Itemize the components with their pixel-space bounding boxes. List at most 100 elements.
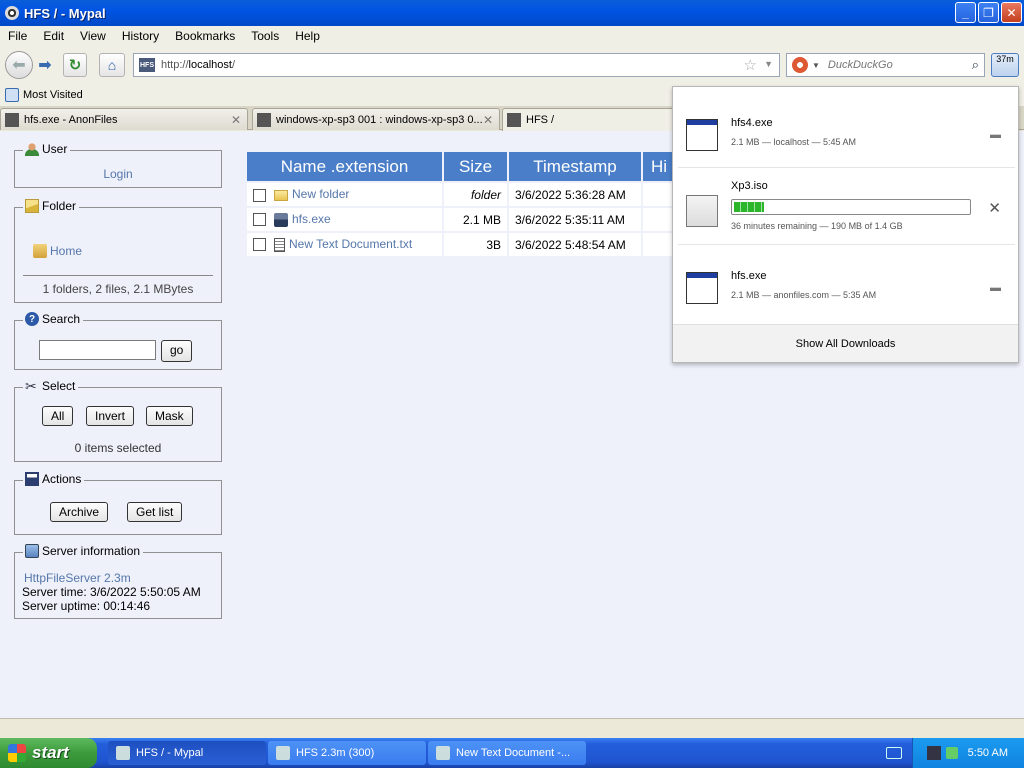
status-bar: [0, 718, 1024, 738]
menu-bookmarks[interactable]: Bookmarks: [167, 29, 243, 43]
keyboard-icon[interactable]: [886, 747, 902, 759]
file-timestamp-cell: 3/6/2022 5:48:54 AM: [507, 231, 643, 258]
search-engine-dropdown-icon[interactable]: ▼: [812, 61, 820, 70]
server-version-link[interactable]: HttpFileServer 2.3m: [24, 571, 131, 585]
taskbar-item-mypal[interactable]: HFS / - Mypal: [108, 741, 266, 765]
tab-anonfiles[interactable]: hfs.exe - AnonFiles ✕: [0, 108, 248, 130]
downloads-time-label: 37m: [996, 54, 1014, 64]
user-icon: [25, 142, 39, 156]
url-host: localhost: [188, 59, 232, 71]
url-dropdown-icon[interactable]: ▼: [764, 59, 773, 69]
download-name: hfs4.exe: [731, 117, 773, 129]
open-folder-icon[interactable]: ▬: [990, 129, 1001, 141]
bookmark-most-visited[interactable]: Most Visited: [23, 89, 83, 101]
tab-hfs[interactable]: HFS /: [502, 108, 674, 131]
back-button[interactable]: ⬅: [5, 51, 33, 79]
download-status: 36 minutes remaining — 190 MB of 1.4 GB: [731, 221, 903, 231]
select-mask-button[interactable]: Mask: [146, 406, 193, 426]
downloads-button[interactable]: 37m: [991, 53, 1019, 77]
open-folder-icon[interactable]: ▬: [990, 282, 1001, 294]
hfs-favicon-icon: [507, 113, 521, 127]
column-name-header[interactable]: Name .extension: [245, 150, 444, 183]
table-row: hfs.exe 2.1 MB 3/6/2022 5:35:11 AM: [245, 206, 703, 233]
column-size-header[interactable]: Size: [442, 150, 509, 183]
get-list-button[interactable]: Get list: [127, 502, 183, 522]
user-panel: User Login: [14, 142, 222, 188]
close-button[interactable]: ✕: [1001, 2, 1022, 23]
hfs-tray-icon[interactable]: [926, 746, 941, 760]
tab-close-icon[interactable]: ✕: [231, 113, 241, 127]
actions-panel-title: Actions: [42, 472, 82, 486]
home-link[interactable]: Home: [50, 244, 82, 258]
menu-edit[interactable]: Edit: [35, 29, 72, 43]
clock[interactable]: 5:50 AM: [968, 747, 1008, 759]
row-checkbox[interactable]: [253, 188, 266, 202]
network-tray-icon[interactable]: [945, 747, 958, 759]
forward-button[interactable]: ➡: [34, 54, 56, 76]
table-header-row: Name .extension Size Timestamp Hi: [245, 150, 703, 183]
server-uptime: Server uptime: 00:14:46: [22, 599, 151, 613]
file-list-table: Name .extension Size Timestamp Hi New fo…: [245, 150, 703, 258]
table-row: New folder folder 3/6/2022 5:36:28 AM: [245, 181, 703, 208]
iso-file-icon: [686, 195, 718, 227]
file-size-cell: 2.1 MB: [442, 206, 509, 233]
help-icon: ?: [25, 312, 39, 326]
menu-history[interactable]: History: [114, 29, 167, 43]
menu-file[interactable]: File: [0, 29, 35, 43]
windows-flag-icon: [8, 744, 26, 762]
download-item[interactable]: hfs.exe 2.1 MB — anonfiles.com — 5:35 AM…: [678, 245, 1015, 321]
menu-bar: File Edit View History Bookmarks Tools H…: [0, 26, 1024, 46]
taskbar-item-label: New Text Document -...: [456, 747, 571, 759]
tab-label: hfs.exe - AnonFiles: [24, 113, 118, 126]
file-link[interactable]: hfs.exe: [292, 212, 331, 226]
server-time: Server time: 3/6/2022 5:50:05 AM: [22, 585, 201, 599]
maximize-button[interactable]: ❐: [978, 2, 999, 23]
navigation-toolbar: ⬅ ➡ ↻ ⌂ HFS http://localhost/ ☆ ▼ ▼ ⌕ 37…: [0, 46, 1024, 84]
file-link[interactable]: New folder: [292, 187, 349, 201]
search-go-button[interactable]: go: [161, 340, 193, 362]
tab-label: windows-xp-sp3 001 : windows-xp-sp3 0...: [276, 113, 483, 126]
download-name: hfs.exe: [731, 270, 767, 282]
folder-icon: [274, 189, 288, 201]
anonfiles-favicon-icon: [5, 112, 19, 127]
download-item[interactable]: hfs4.exe 2.1 MB — localhost — 5:45 AM ▬: [678, 92, 1015, 168]
archive-favicon-icon: [257, 112, 271, 127]
row-checkbox[interactable]: [253, 238, 266, 252]
menu-help[interactable]: Help: [287, 29, 328, 43]
downloads-panel: hfs4.exe 2.1 MB — localhost — 5:45 AM ▬ …: [672, 86, 1019, 363]
archive-button[interactable]: Archive: [50, 502, 109, 522]
url-text[interactable]: http://localhost/: [161, 59, 235, 71]
folder-panel-title: Folder: [42, 199, 77, 213]
taskbar-item-label: HFS / - Mypal: [136, 747, 204, 759]
tab-windows-xp[interactable]: windows-xp-sp3 001 : windows-xp-sp3 0...…: [252, 108, 500, 130]
window-title: HFS / - Mypal: [24, 5, 106, 21]
download-item[interactable]: Xp3.iso 36 minutes remaining — 190 MB of…: [678, 168, 1015, 245]
taskbar-item-hfs[interactable]: HFS 2.3m (300): [268, 741, 426, 765]
home-button[interactable]: ⌂: [99, 53, 125, 77]
show-all-downloads-button[interactable]: Show All Downloads: [673, 324, 1018, 362]
cancel-download-icon[interactable]: ✕: [988, 199, 1001, 217]
folder-panel: Folder Home 1 folders, 2 files, 2.1 MByt…: [14, 199, 222, 303]
reload-button[interactable]: ↻: [63, 53, 87, 77]
url-bar[interactable]: HFS http://localhost/ ☆ ▼: [133, 53, 780, 77]
file-search-input[interactable]: [39, 340, 156, 360]
select-invert-button[interactable]: Invert: [86, 406, 135, 426]
site-favicon-icon: HFS: [139, 58, 155, 72]
start-button[interactable]: start: [0, 738, 97, 768]
minimize-button[interactable]: _: [955, 2, 976, 23]
tab-close-icon[interactable]: ✕: [483, 113, 493, 127]
row-checkbox[interactable]: [253, 213, 266, 227]
menu-view[interactable]: View: [72, 29, 114, 43]
search-bar[interactable]: ▼ ⌕: [786, 53, 985, 77]
search-panel: ? Search go: [14, 312, 222, 370]
column-timestamp-header[interactable]: Timestamp: [507, 150, 643, 183]
search-input[interactable]: [827, 59, 968, 71]
login-link[interactable]: Login: [103, 167, 132, 181]
file-link[interactable]: New Text Document.txt: [289, 237, 412, 251]
select-all-button[interactable]: All: [42, 406, 74, 426]
search-icon[interactable]: ⌕: [972, 57, 979, 73]
duckduckgo-icon[interactable]: [792, 57, 808, 73]
menu-tools[interactable]: Tools: [243, 29, 287, 43]
bookmark-star-icon[interactable]: ☆: [744, 56, 757, 74]
taskbar-item-notepad[interactable]: New Text Document -...: [428, 741, 586, 765]
